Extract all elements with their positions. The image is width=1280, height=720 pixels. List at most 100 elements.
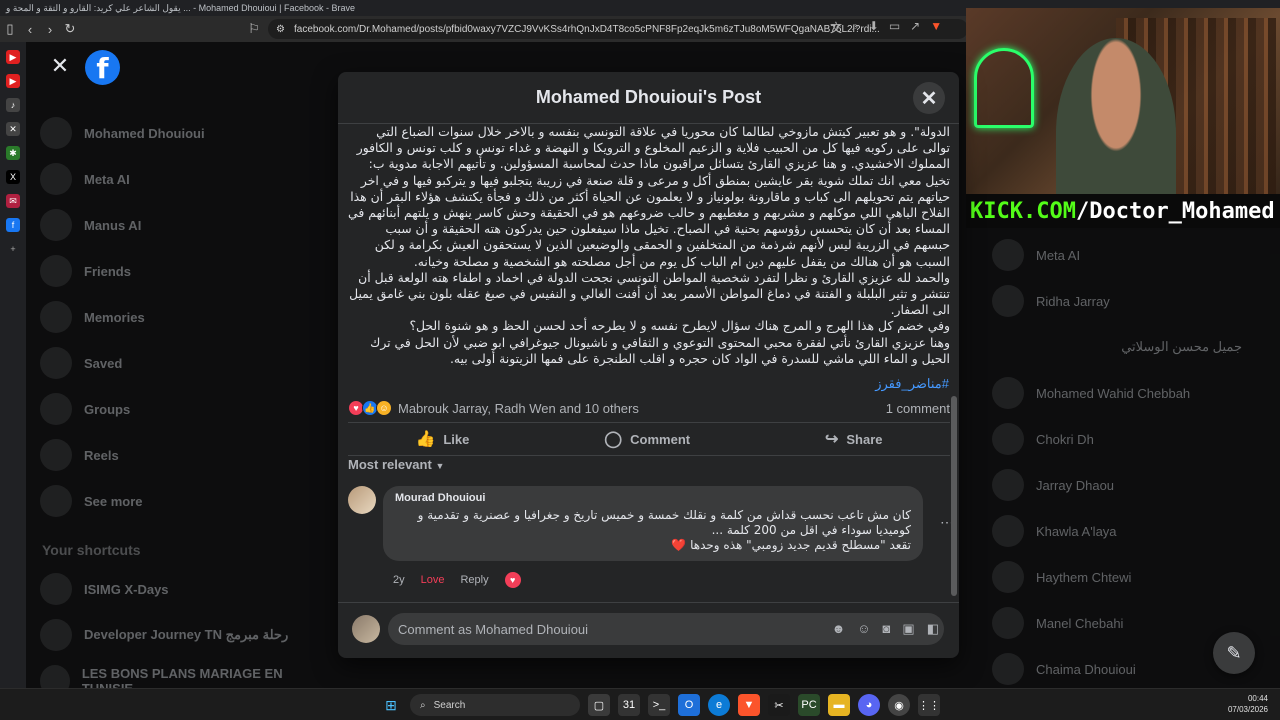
comment-placeholder: Comment as Mohamed Dhouioui (398, 621, 589, 637)
taskbar-apps: ⊞ ⌕ Search ▢ 31 >_ O e ▼ ✂ PC ▬ ◕ ◉ ⋮⋮ (380, 694, 940, 716)
post-body: الدولة". و هو تعبير كيتش مازوخي لطالما ك… (348, 124, 950, 367)
scrollbar[interactable] (951, 132, 957, 602)
modal-header: Mohamed Dhouioui's Post ✕ (338, 72, 959, 124)
share-button[interactable]: ↪ Share (825, 429, 883, 449)
discord-icon[interactable]: ◕ (858, 694, 880, 716)
comment-icon: ◯ (604, 431, 623, 448)
comments-count[interactable]: 1 comment (886, 401, 950, 416)
task-view-icon[interactable]: ▢ (588, 694, 610, 716)
post-actions: 👍 Like ◯ Comment ↪ Share (348, 422, 950, 456)
pip-icon[interactable]: ▭ (889, 19, 900, 36)
x-twitter-icon[interactable]: X (6, 170, 20, 184)
youtube-icon[interactable]: ▶ (6, 50, 20, 64)
forward-icon[interactable]: › (40, 19, 60, 39)
comment-composer: Comment as Mohamed Dhouioui ☻ ☺ ◙ ▣ ◧ (338, 602, 959, 658)
close-icon[interactable]: ✕ (46, 52, 74, 80)
kick-banner: KICK.COM/Doctor_Mohamed (966, 194, 1280, 228)
edit-icon: ✎ (1226, 642, 1242, 663)
post-paragraph: الدولة". و هو تعبير كيتش مازوخي لطالما ك… (348, 124, 950, 269)
brave-sidebar: ▶ ▶ ♪ ✕ ✱ X ✉ f + (0, 42, 26, 688)
mute-icon[interactable]: ✕ (6, 122, 20, 136)
share-icon[interactable]: ↗ (910, 19, 920, 36)
sticker-icon[interactable]: ◧ (927, 621, 939, 637)
comment-button[interactable]: ◯ Comment (604, 429, 690, 449)
kick-banner-handle: /Doctor_Mohamed (1075, 198, 1275, 224)
share-icon: ↪ (824, 431, 839, 448)
gif-icon[interactable]: ▣ (902, 621, 914, 637)
comment-meta: 2y Love Reply ♥ (393, 572, 521, 588)
hashtag-link[interactable]: #مناضر_فقرز (875, 376, 949, 392)
thumbs-up-icon: 👍 (415, 431, 436, 448)
kick-banner-prefix: KICK.COM (970, 198, 1076, 224)
windows-start-icon[interactable]: ⊞ (380, 694, 402, 716)
avatar[interactable] (348, 486, 376, 514)
clock-time: 00:44 (1247, 694, 1268, 703)
search-label: Search (433, 699, 466, 711)
system-clock[interactable]: 00:44 07/03/2026 (1228, 693, 1268, 715)
clock-date: 07/03/2026 (1227, 705, 1268, 714)
brave-icon[interactable]: ▼ (738, 694, 760, 716)
avatar (352, 615, 380, 643)
url-text: facebook.com/Dr.Mohamed/posts/pfbid0waxy… (294, 23, 880, 35)
reactions-text[interactable]: Mabrouk Jarray, Radh Wen and 10 others (398, 401, 639, 416)
taskbar: ⊞ ⌕ Search ▢ 31 >_ O e ▼ ✂ PC ▬ ◕ ◉ ⋮⋮ 00… (0, 688, 1280, 720)
heart-icon: ♥ (504, 572, 521, 588)
taskbar-search[interactable]: ⌕ Search (410, 694, 580, 716)
comment-line: كان مش تاعب نحسب قداش من كلمة و نقلك خمس… (417, 508, 911, 522)
emoji-icon[interactable]: ☺ (857, 621, 870, 637)
comment-text: كان مش تاعب نحسب قداش من كلمة و نقلك خمس… (395, 508, 911, 553)
avatar-sticker-icon[interactable]: ☻ (832, 621, 846, 637)
obs-icon[interactable]: ◉ (888, 694, 910, 716)
new-message-button[interactable]: ✎ (1213, 632, 1255, 674)
modal-title: Mohamed Dhouioui's Post (535, 87, 762, 107)
care-reaction-icon: ☺ (376, 400, 392, 416)
back-icon[interactable]: ‹ (20, 19, 40, 39)
reply-button[interactable]: Reply (460, 574, 488, 586)
mail-icon[interactable]: ✉ (6, 194, 20, 208)
youtube-music-icon[interactable]: ▶ (6, 74, 20, 88)
comment-bubble: Mourad Dhouioui كان مش تاعب نحسب قداش من… (383, 486, 923, 561)
edge-icon[interactable]: e (708, 694, 730, 716)
file-explorer-icon[interactable]: ▬ (828, 694, 850, 716)
comment-sort-dropdown[interactable]: Most relevant ▼ (348, 457, 444, 472)
translate-icon[interactable]: 文 (830, 19, 842, 36)
extension-icon[interactable]: ✱ (6, 146, 20, 160)
reload-icon[interactable]: ↻ (60, 19, 80, 39)
window-title: يقول الشاعر علي كريد: القارو و التقة و ا… (6, 3, 356, 13)
comment-line: كوميديا سوداء في اقل من 200 كلمة ... (711, 523, 911, 537)
outlook-icon[interactable]: O (678, 694, 700, 716)
share-label: Share (846, 431, 883, 447)
calendar-app-icon[interactable]: 31 (618, 694, 640, 716)
like-button[interactable]: 👍 Like (415, 429, 469, 449)
like-label: Like (443, 431, 470, 447)
scrollbar-thumb[interactable] (951, 396, 957, 596)
post-modal: Mohamed Dhouioui's Post ✕ الدولة". و هو … (338, 72, 959, 658)
brave-shields-icon[interactable]: ▼ (930, 19, 942, 36)
app-grid-icon[interactable]: ⋮⋮ (918, 694, 940, 716)
comment-label: Comment (630, 431, 691, 447)
love-button[interactable]: Love (421, 574, 445, 586)
neon-sign-image (974, 48, 1034, 128)
comment-line: تقعد "مسطلح قديم جديد زومبي" هذه وحدها ❤… (671, 538, 911, 552)
sidebar-toggle-icon[interactable]: ▯ (0, 19, 20, 39)
capcut-icon[interactable]: ✂ (768, 694, 790, 716)
comment-author[interactable]: Mourad Dhouioui (395, 492, 911, 504)
zoom-icon[interactable]: ⌕ (852, 19, 859, 36)
facebook-icon[interactable]: f (6, 218, 20, 232)
comment-age[interactable]: 2y (393, 574, 405, 586)
bookmark-icon[interactable]: ⚐ (244, 19, 264, 39)
webcam-overlay: KICK.COM/Doctor_Mohamed (966, 8, 1280, 228)
reactions-summary: ♥ 👍 ☺ Mabrouk Jarray, Radh Wen and 10 ot… (348, 398, 950, 418)
pycharm-icon[interactable]: PC (798, 694, 820, 716)
facebook-logo-icon[interactable]: f (85, 50, 120, 85)
terminal-icon[interactable]: >_ (648, 694, 670, 716)
save-icon[interactable]: ⬇ (869, 19, 879, 36)
post-paragraph: وهنا عزيزي القارئ نأتي لفقرة محبي المحتو… (370, 334, 950, 366)
close-icon[interactable]: ✕ (913, 82, 945, 114)
add-panel-icon[interactable]: + (6, 242, 20, 256)
search-icon: ⌕ (420, 699, 426, 711)
camera-icon[interactable]: ◙ (883, 621, 891, 637)
site-info-icon[interactable]: ⚙ (276, 24, 285, 35)
sort-label: Most relevant (348, 457, 432, 472)
audio-icon[interactable]: ♪ (6, 98, 20, 112)
